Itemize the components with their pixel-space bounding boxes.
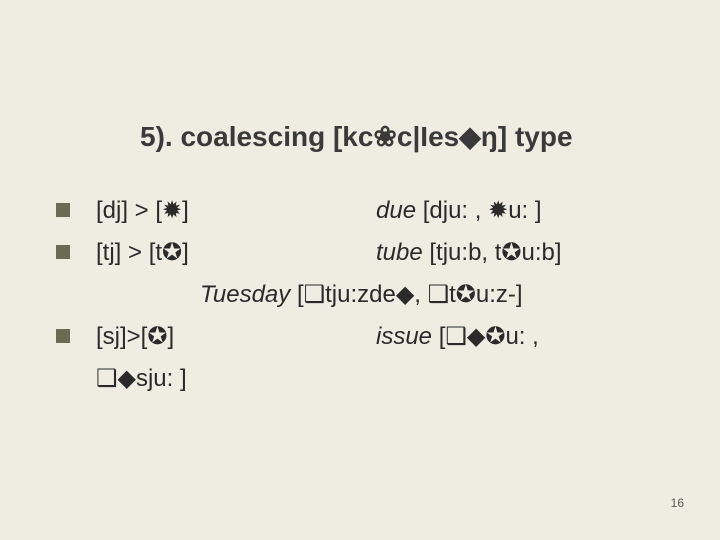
lhs-2: [tj] > [t✪] (96, 235, 376, 271)
bullet-icon (56, 329, 70, 343)
lhs-1: [dj] > [✹] (96, 193, 376, 229)
example-word-1: due (376, 197, 423, 224)
slide-body: [dj] > [✹] due [dju: , ✹u: ] [tj] > [t✪]… (50, 193, 670, 397)
example-ipa-1: [dju: , ✹u: ] (423, 197, 542, 224)
bullet-icon (56, 203, 70, 217)
bullet-row-3: [sj]>[✪] issue [❑◆✪u: , (50, 319, 670, 355)
bullet-row-2: [tj] > [t✪] tube [tju:b, t✪u:b] (50, 235, 670, 271)
slide-title: 5). coalescing [kc❀c|Ies◆ŋ] type (140, 120, 670, 153)
subline-word: Tuesday (200, 281, 297, 308)
lhs-3: [sj]>[✪] (96, 319, 376, 355)
example-word-2: tube (376, 239, 429, 266)
rhs-2: tube [tju:b, t✪u:b] (376, 235, 670, 271)
slide: 5). coalescing [kc❀c|Ies◆ŋ] type [dj] > … (0, 0, 720, 540)
example-ipa-2: [tju:b, t✪u:b] (429, 239, 561, 266)
subline: Tuesday [❑tju:zde◆, ❑t✪u:z-] (200, 277, 670, 313)
example-word-3: issue (376, 323, 439, 350)
subline-ipa: [❑tju:zde◆, ❑t✪u:z-] (297, 281, 523, 308)
bullet-row-1: [dj] > [✹] due [dju: , ✹u: ] (50, 193, 670, 229)
bullet-icon (56, 245, 70, 259)
example-ipa-3: [❑◆✪u: , (439, 323, 539, 350)
rhs-1: due [dju: , ✹u: ] (376, 193, 670, 229)
rhs-3: issue [❑◆✪u: , (376, 319, 670, 355)
tail-line: ❑◆sju: ] (96, 361, 670, 397)
page-number: 16 (671, 496, 684, 510)
